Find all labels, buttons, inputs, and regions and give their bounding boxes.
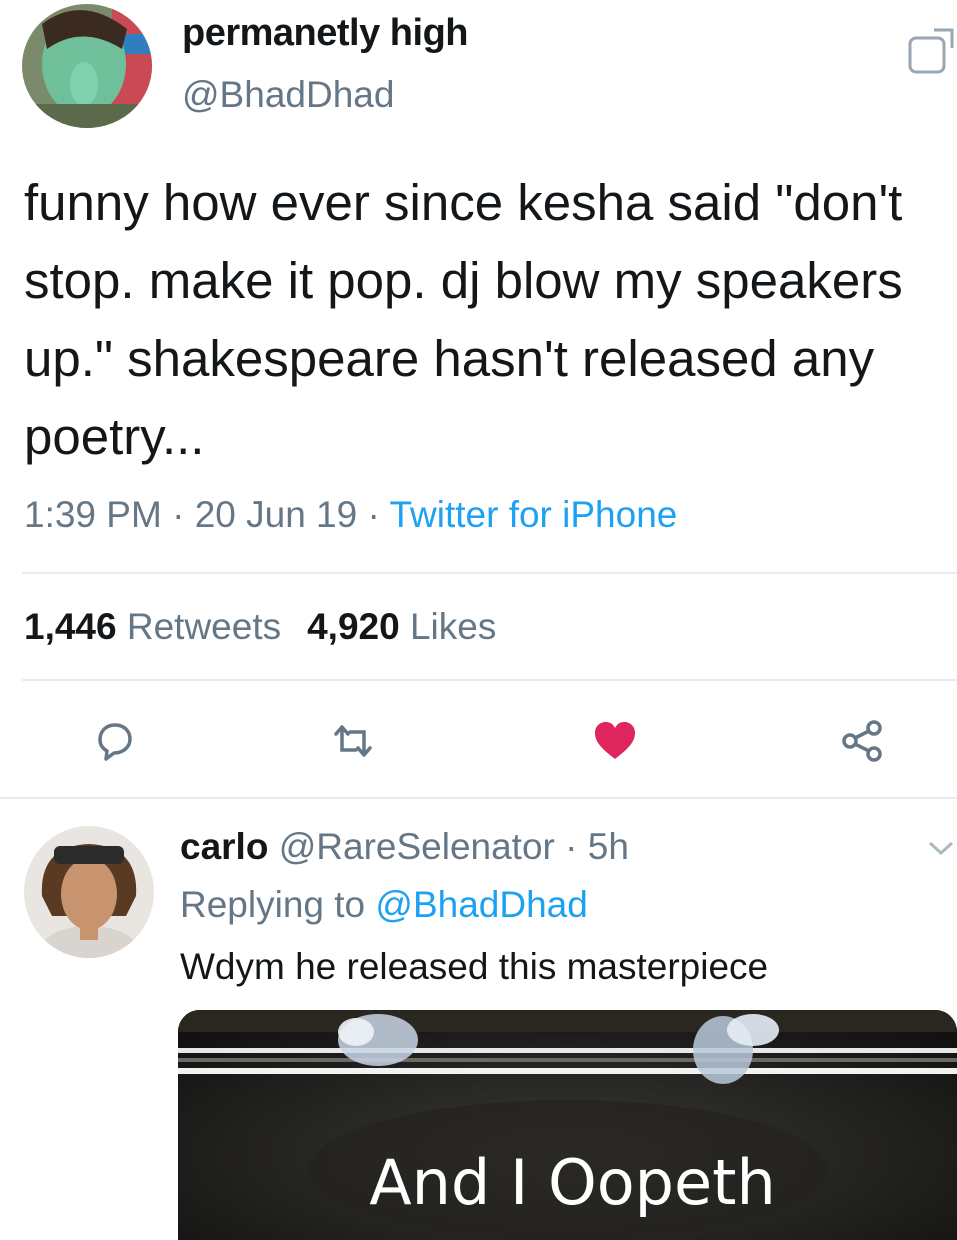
like-label: Likes xyxy=(409,606,497,647)
reply-display-name[interactable]: carlo xyxy=(180,826,268,867)
reply-text: Wdym he released this masterpiece xyxy=(180,946,769,987)
tweet-stats: 1,446 Retweets 4,920 Likes xyxy=(24,606,496,648)
tweet-time: 1:39 PM xyxy=(24,494,162,535)
divider xyxy=(22,572,957,574)
reply-age: 5h xyxy=(587,826,629,867)
tweet-text: funny how ever since kesha said "don't s… xyxy=(24,174,903,465)
reply-icon xyxy=(98,723,132,761)
reply-avatar-image xyxy=(24,826,154,958)
author-avatar-image xyxy=(22,4,152,128)
retweet-icon xyxy=(334,725,372,757)
retweet-count: 1,446 xyxy=(24,606,117,647)
replying-to: Replying to @BhadDhad xyxy=(180,884,588,926)
share-button[interactable] xyxy=(840,718,886,764)
heart-icon xyxy=(595,722,635,759)
media-caption-text: And I Oopeth xyxy=(369,1146,776,1219)
replying-mention-link[interactable]: @BhadDhad xyxy=(375,884,587,925)
reply-handle[interactable]: @RareSelenator xyxy=(279,826,555,867)
like-button[interactable] xyxy=(592,718,638,764)
likes-stat[interactable]: 4,920 Likes xyxy=(307,606,496,647)
share-icon xyxy=(842,720,882,762)
meta-separator: · xyxy=(367,494,380,535)
replying-label: Replying to xyxy=(180,884,366,925)
retweet-label: Retweets xyxy=(126,606,282,647)
reply-author-avatar[interactable] xyxy=(24,826,154,958)
heart-shape xyxy=(595,722,635,759)
tweet-meta: 1:39 PM · 20 Jun 19 · Twitter for iPhone xyxy=(24,494,677,536)
author-avatar[interactable] xyxy=(22,4,152,128)
author-handle[interactable]: @BhadDhad xyxy=(182,74,394,116)
divider xyxy=(0,797,957,799)
author-display-name[interactable]: permanetly high xyxy=(182,12,469,55)
like-count: 4,920 xyxy=(307,606,400,647)
tweet-source-link[interactable]: Twitter for iPhone xyxy=(389,494,677,535)
reply-header: carlo @RareSelenator · 5h xyxy=(180,826,629,868)
media-caption: And I Oopeth xyxy=(0,1146,779,1219)
tweet-date: 20 Jun 19 xyxy=(194,494,358,535)
retweet-button[interactable] xyxy=(330,718,376,764)
retweets-stat[interactable]: 1,446 Retweets xyxy=(24,606,281,647)
chevron-down-icon[interactable] xyxy=(926,836,956,860)
follow-icon[interactable] xyxy=(906,26,956,76)
reply-button[interactable] xyxy=(92,718,138,764)
reply-separator: · xyxy=(565,826,578,867)
meta-separator: · xyxy=(172,494,185,535)
divider xyxy=(22,679,957,681)
